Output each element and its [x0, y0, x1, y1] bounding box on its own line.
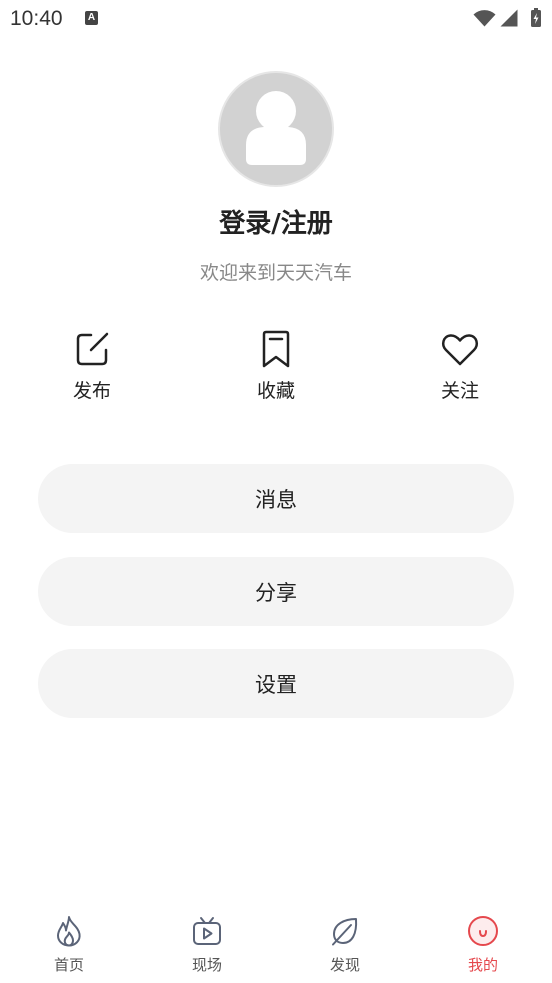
status-time: 10:40 — [10, 7, 63, 30]
follow-button[interactable]: 关注 — [400, 330, 520, 406]
messages-button[interactable]: 消息 — [38, 464, 514, 533]
edit-icon — [76, 332, 109, 366]
favorites-label: 收藏 — [256, 380, 295, 402]
welcome-text: 欢迎来到天天汽车 — [199, 262, 352, 284]
nav-label-mine: 我的 — [467, 956, 498, 974]
nav-label-home: 首页 — [53, 956, 84, 974]
share-button[interactable]: 分享 — [38, 557, 514, 626]
nav-item-live[interactable]: 现场 — [138, 915, 276, 977]
bookmark-icon — [262, 330, 290, 368]
heart-icon — [442, 334, 478, 366]
nav-item-discover[interactable]: 发现 — [276, 915, 414, 977]
nav-item-mine[interactable]: 我的 — [414, 915, 552, 977]
battery-charging-icon — [531, 8, 541, 27]
default-avatar-icon[interactable] — [218, 71, 334, 187]
nav-item-home[interactable]: 首页 — [0, 915, 138, 977]
fire-icon — [57, 916, 81, 947]
leaf-icon — [332, 918, 358, 946]
tv-play-icon — [193, 917, 221, 945]
publish-button[interactable]: 发布 — [32, 330, 152, 406]
follow-label: 关注 — [440, 380, 479, 402]
login-register-link[interactable]: 登录/注册 — [0, 206, 552, 242]
profile-smile-icon — [468, 916, 498, 946]
favorites-button[interactable]: 收藏 — [216, 330, 336, 406]
settings-button[interactable]: 设置 — [38, 649, 514, 718]
publish-label: 发布 — [72, 380, 111, 402]
a-notification-icon: A — [85, 11, 98, 25]
nav-label-live: 现场 — [191, 956, 222, 974]
nav-label-discover: 发现 — [329, 956, 360, 974]
cell-signal-icon — [500, 9, 518, 27]
wifi-icon — [473, 10, 496, 27]
status-bar: 10:40 A — [0, 0, 552, 38]
